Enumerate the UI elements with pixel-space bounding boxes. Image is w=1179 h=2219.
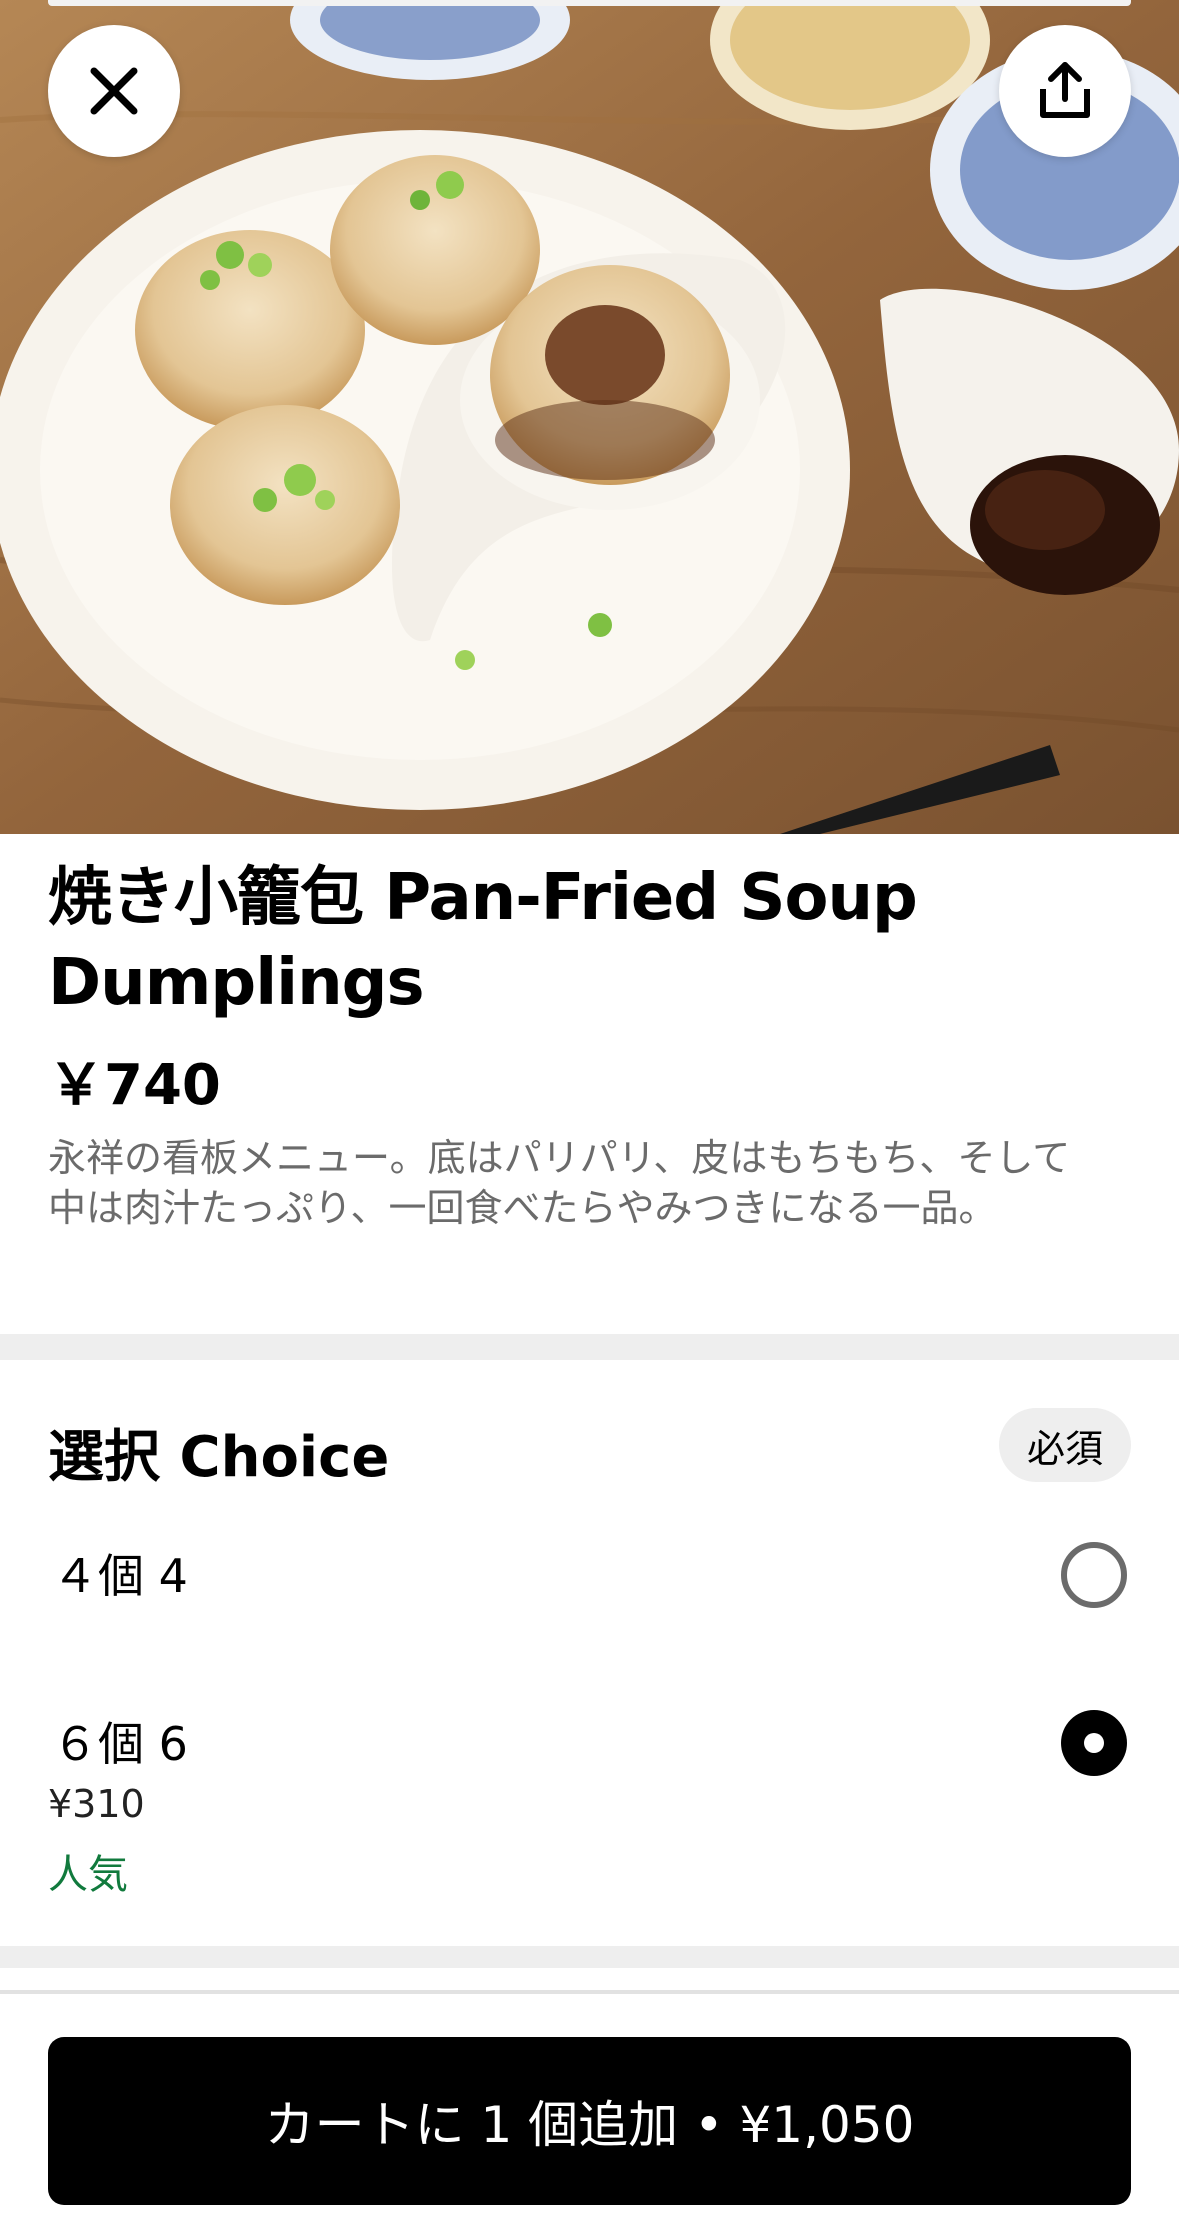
option-6-pieces-label[interactable]: ６個 6: [52, 1708, 188, 1774]
option-4-pieces-radio[interactable]: [1061, 1542, 1127, 1608]
choice-section-title: 選択 Choice: [48, 1425, 390, 1490]
close-icon: [90, 67, 138, 115]
close-button[interactable]: [48, 25, 180, 157]
section-divider: [0, 1334, 1179, 1360]
footer-divider: [0, 1990, 1179, 1994]
item-photo: [0, 0, 1179, 834]
item-title: 焼き小籠包 Pan-Fried Soup Dumplings: [48, 861, 918, 1020]
radio-selected-dot: [1084, 1733, 1104, 1753]
popular-badge: 人気: [48, 1852, 128, 1898]
dumplings-photo: [0, 0, 1179, 834]
sheet-handle: [48, 0, 1131, 6]
section-divider: [0, 1946, 1179, 1968]
item-price: ￥740: [48, 1053, 221, 1118]
add-to-cart-button[interactable]: カートに 1 個追加 • ¥1,050: [48, 2037, 1131, 2205]
item-description: 永祥の看板メニュー。底はパリパリ、皮はもちもち、そして中は肉汁たっぷり、一回食べ…: [48, 1136, 1071, 1230]
option-6-pieces-price: ¥310: [48, 1782, 145, 1826]
share-button[interactable]: [999, 25, 1131, 157]
required-badge: 必須: [999, 1408, 1131, 1482]
share-icon: [1040, 62, 1090, 118]
option-6-pieces-radio[interactable]: [1061, 1710, 1127, 1776]
option-4-pieces-label[interactable]: ４個 4: [52, 1540, 188, 1606]
